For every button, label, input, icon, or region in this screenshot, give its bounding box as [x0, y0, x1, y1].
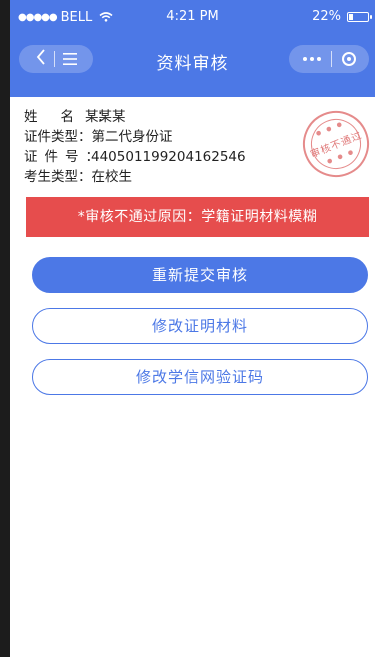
candidate-type-label: 考生类型：	[24, 169, 92, 185]
modify-verification-code-button[interactable]: 修改学信网验证码	[32, 359, 368, 395]
battery-status: 22%	[312, 9, 372, 24]
nav-bar: 资料审核	[10, 34, 375, 97]
battery-icon	[347, 11, 372, 22]
phone-screen: ●●●●● BELL 4:21 PM 22% 资料审核 姓名： 某某某 证件类型…	[10, 0, 375, 657]
app-header: ●●●●● BELL 4:21 PM 22% 资料审核	[10, 0, 375, 97]
name-value: 某某某	[85, 109, 126, 125]
id-type-label: 证件类型：	[24, 129, 92, 145]
more-icon[interactable]	[302, 57, 321, 61]
battery-percent: 22%	[312, 9, 341, 24]
candidate-type-value: 在校生	[91, 169, 133, 185]
applicant-info: 姓名： 某某某 证件类型： 第二代身份证 证件号： 44050119920416…	[10, 97, 375, 191]
resubmit-review-button[interactable]: 重新提交审核	[32, 257, 368, 293]
name-label: 姓名：	[24, 109, 134, 125]
status-bar: ●●●●● BELL 4:21 PM 22%	[10, 0, 375, 34]
capsule-divider	[330, 51, 332, 67]
failure-reason-banner: *审核不通过原因：学籍证明材料模糊	[26, 197, 369, 237]
battery-tip	[370, 14, 372, 19]
battery-level	[349, 13, 353, 20]
modify-materials-button[interactable]: 修改证明材料	[32, 308, 368, 344]
close-miniprogram-icon[interactable]	[341, 52, 356, 66]
id-no-label: 证件号：	[24, 149, 106, 165]
id-type-value: 第二代身份证	[91, 129, 173, 145]
id-no-value: 440501199204162546	[91, 149, 246, 165]
nav-right-capsule	[289, 45, 369, 73]
